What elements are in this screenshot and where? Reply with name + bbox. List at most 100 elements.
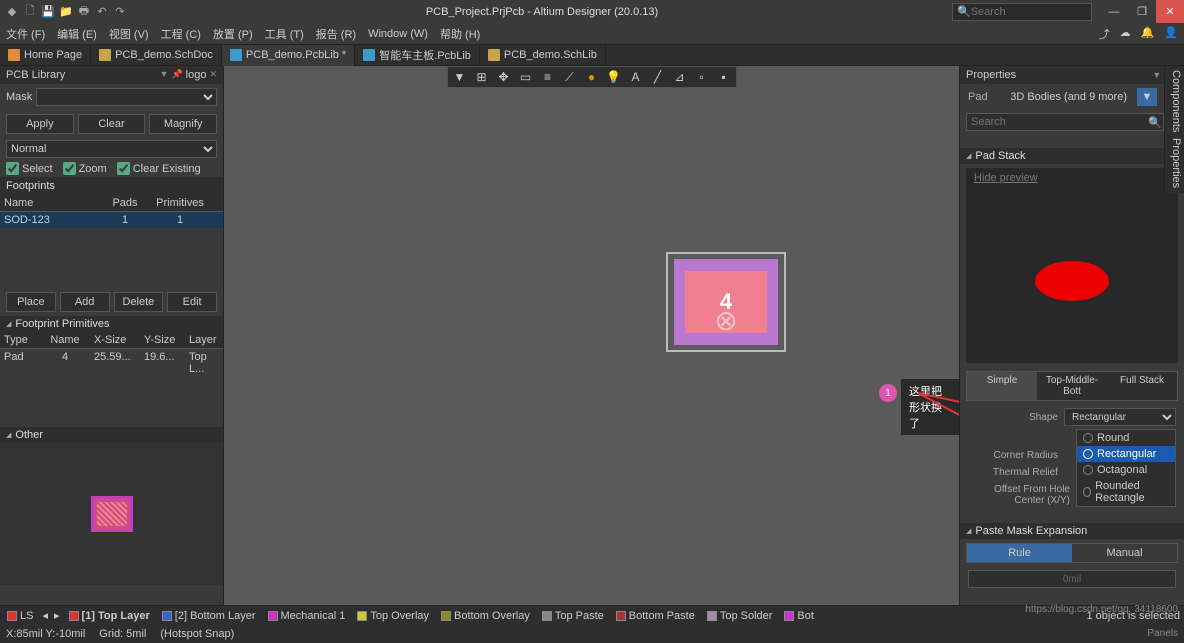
panel-dropdown-icon[interactable]: ▼ xyxy=(160,69,169,81)
side-tab-properties[interactable]: Properties xyxy=(1167,138,1182,188)
tb-print-icon[interactable]: 🖶 xyxy=(76,4,92,20)
primitive-row[interactable]: Pad 4 25.59... 19.6... Top L... xyxy=(0,349,223,377)
tab-home[interactable]: Home Page xyxy=(0,45,91,66)
menu-help[interactable]: 帮助 (H) xyxy=(440,26,480,42)
menu-place[interactable]: 放置 (P) xyxy=(213,26,253,42)
apply-button[interactable]: Apply xyxy=(6,114,74,134)
panel-close-icon[interactable]: ✕ xyxy=(209,69,217,81)
user-icon[interactable]: 👤 xyxy=(1164,26,1178,42)
rule-tab[interactable]: Rule xyxy=(967,544,1072,562)
tab-schlib[interactable]: PCB_demo.SchLib xyxy=(480,45,606,66)
primitives-header[interactable]: Footprint Primitives xyxy=(0,316,223,332)
layer-top-overlay[interactable]: Top Overlay xyxy=(354,610,432,622)
line-icon[interactable]: ╱ xyxy=(649,68,667,86)
panel-title: Properties xyxy=(966,69,1016,81)
tb-open-icon[interactable]: 🗋 xyxy=(22,4,38,20)
mask-select[interactable] xyxy=(36,88,217,106)
menu-project[interactable]: 工程 (C) xyxy=(161,26,201,42)
chart-icon[interactable]: ▫ xyxy=(693,68,711,86)
manual-tab[interactable]: Manual xyxy=(1072,544,1177,562)
selected-pad[interactable]: 4 xyxy=(666,252,786,352)
menu-tools[interactable]: 工具 (T) xyxy=(265,26,304,42)
padstack-section[interactable]: Pad Stack xyxy=(960,148,1184,164)
edit-button[interactable]: Edit xyxy=(167,292,217,312)
tb-redo-icon[interactable]: ↷ xyxy=(112,4,128,20)
properties-panel-head: Properties ▼ ▫ ✕ xyxy=(960,66,1184,84)
filter-icon[interactable]: ▼ xyxy=(451,68,469,86)
menu-window[interactable]: Window (W) xyxy=(368,28,428,40)
menu-edit[interactable]: 编辑 (E) xyxy=(57,26,97,42)
dim-icon[interactable]: ⊿ xyxy=(671,68,689,86)
layer-top-solder[interactable]: Top Solder xyxy=(704,610,776,622)
tb-folder-icon[interactable]: 📁 xyxy=(58,4,74,20)
paste-mask-section[interactable]: Paste Mask Expansion xyxy=(960,523,1184,539)
shape-option-rectangular[interactable]: Rectangular xyxy=(1077,446,1175,462)
close-button[interactable]: ✕ xyxy=(1156,0,1184,23)
shape-option-octagonal[interactable]: Octagonal xyxy=(1077,462,1175,478)
layer-bot-solder[interactable]: Bot xyxy=(781,610,817,622)
route-icon[interactable]: ⟋ xyxy=(561,68,579,86)
menu-file[interactable]: 文件 (F) xyxy=(6,26,45,42)
footprint-row[interactable]: SOD-123 1 1 xyxy=(0,212,223,228)
mode-select[interactable]: Normal xyxy=(6,140,217,158)
tab-pcblib2[interactable]: 智能车主板.PcbLib xyxy=(355,45,480,66)
canvas[interactable]: ▼ ⊞ ✥ ▭ ≡ ⟋ ● 💡 A ╱ ⊿ ▫ ▪ 4 1 这里把形状换了 xyxy=(224,66,959,605)
shape-select[interactable]: Rectangular xyxy=(1064,408,1176,426)
cloud-icon[interactable]: ☁ xyxy=(1120,26,1131,42)
align-icon[interactable]: ≡ xyxy=(539,68,557,86)
side-tab-components[interactable]: Components xyxy=(1167,70,1182,132)
via-icon[interactable]: ● xyxy=(583,68,601,86)
other-header[interactable]: Other xyxy=(0,427,223,443)
maximize-button[interactable]: ❐ xyxy=(1128,0,1156,23)
minimize-button[interactable]: — xyxy=(1100,0,1128,23)
rect-icon[interactable]: ▭ xyxy=(517,68,535,86)
layer-top[interactable]: [1] Top Layer xyxy=(66,610,153,622)
tb-save-icon[interactable]: 💾 xyxy=(40,4,56,20)
zoom-check[interactable]: Zoom xyxy=(63,162,107,175)
filter-button[interactable]: ▼ xyxy=(1137,88,1157,106)
tab-tmb[interactable]: Top-Middle-Bott xyxy=(1037,372,1107,400)
tab-label: 智能车主板.PcbLib xyxy=(379,47,471,63)
tab-pcblib-active[interactable]: PCB_demo.PcbLib * xyxy=(222,45,355,66)
mask-label: Mask xyxy=(6,91,32,103)
panels-button[interactable]: Panels xyxy=(1147,628,1178,639)
global-search-input[interactable] xyxy=(971,6,1087,18)
layer-icon[interactable]: ▪ xyxy=(715,68,733,86)
layer-bot-overlay[interactable]: Bottom Overlay xyxy=(438,610,533,622)
notify-icon[interactable]: 🔔 xyxy=(1141,26,1155,42)
add-button[interactable]: Add xyxy=(60,292,110,312)
share-icon[interactable]: ⤴ xyxy=(1099,26,1110,42)
clear-button[interactable]: Clear xyxy=(78,114,146,134)
layer-top-paste[interactable]: Top Paste xyxy=(539,610,607,622)
poly-icon[interactable]: 💡 xyxy=(605,68,623,86)
place-button[interactable]: Place xyxy=(6,292,56,312)
magnify-button[interactable]: Magnify xyxy=(149,114,217,134)
select-check[interactable]: Select xyxy=(6,162,53,175)
move-icon[interactable]: ✥ xyxy=(495,68,513,86)
menu-reports[interactable]: 报告 (R) xyxy=(316,26,356,42)
menu-view[interactable]: 视图 (V) xyxy=(109,26,149,42)
shape-option-round[interactable]: Round xyxy=(1077,430,1175,446)
delete-button[interactable]: Delete xyxy=(114,292,164,312)
text-icon[interactable]: A xyxy=(627,68,645,86)
tab-label: Home Page xyxy=(24,49,82,61)
coord-readout: X:85mil Y:-10mil xyxy=(6,628,85,640)
panel-dropdown-icon[interactable]: ▼ xyxy=(1152,70,1161,81)
tab-fullstack[interactable]: Full Stack xyxy=(1107,372,1177,400)
layer-bottom[interactable]: [2] Bottom Layer xyxy=(159,610,259,622)
layer-prev-icon[interactable]: ◂ xyxy=(42,609,48,622)
layer-mech1[interactable]: Mechanical 1 xyxy=(265,610,349,622)
clear-existing-check[interactable]: Clear Existing xyxy=(117,162,201,175)
home-icon xyxy=(8,49,20,61)
tab-simple[interactable]: Simple xyxy=(967,372,1037,400)
layer-next-icon[interactable]: ▸ xyxy=(54,609,60,622)
tb-undo-icon[interactable]: ↶ xyxy=(94,4,110,20)
hide-preview-link[interactable]: Hide preview xyxy=(974,172,1038,184)
tab-schdoc[interactable]: PCB_demo.SchDoc xyxy=(91,45,222,66)
shape-option-rounded-rect[interactable]: Rounded Rectangle xyxy=(1077,478,1175,506)
select-mode-icon[interactable]: ⊞ xyxy=(473,68,491,86)
layer-bot-paste[interactable]: Bottom Paste xyxy=(613,610,698,622)
panel-pin-icon[interactable]: 📌 xyxy=(171,69,182,81)
property-search-input[interactable] xyxy=(966,113,1164,131)
layer-set-button[interactable]: LS xyxy=(4,610,36,622)
